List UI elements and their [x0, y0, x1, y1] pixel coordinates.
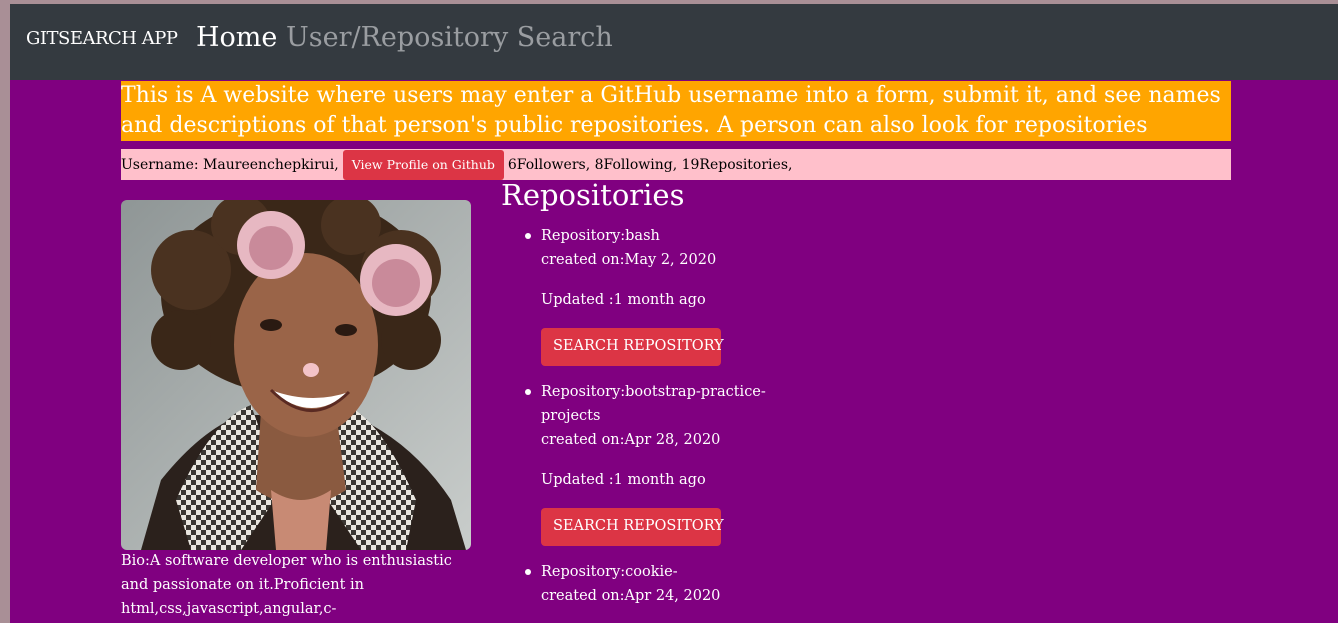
username-label: Username: Maureenchepkirui, — [121, 156, 339, 173]
repo-created: created on:Apr 28, 2020 — [541, 432, 721, 448]
nav-home-link[interactable]: Home — [196, 22, 277, 53]
avatar — [121, 200, 471, 550]
navbar: GITSEARCH APP Home User/Repository Searc… — [10, 4, 1338, 80]
repo-created: created on:May 2, 2020 — [541, 252, 717, 268]
list-item: Repository:cookie- created on:Apr 24, 20… — [501, 560, 781, 608]
list-item: Repository:bash created on:May 2, 2020 U… — [501, 224, 781, 380]
user-info-bar: Username: Maureenchepkirui, View Profile… — [121, 149, 1231, 180]
bullet-icon — [525, 233, 531, 239]
page: GITSEARCH APP Home User/Repository Searc… — [10, 4, 1338, 623]
view-profile-button[interactable]: View Profile on Github — [342, 149, 504, 180]
user-stats: 6Followers, 8Following, 19Repositories, — [507, 156, 793, 173]
repositories-heading: Repositories — [501, 178, 685, 212]
repo-name: Repository:bash — [541, 228, 660, 244]
search-repository-button[interactable]: SEARCH REPOSITORY — [541, 508, 724, 546]
repo-name: Repository:bootstrap-practice-projects — [541, 384, 766, 424]
bullet-icon — [525, 389, 531, 395]
list-item: Repository:bootstrap-practice-projects c… — [501, 380, 781, 560]
bullet-icon — [525, 569, 531, 575]
nav-search-link[interactable]: User/Repository Search — [286, 22, 613, 53]
brand-logo[interactable]: GITSEARCH APP — [26, 28, 178, 49]
avatar-image — [121, 200, 471, 550]
repo-updated: Updated :1 month ago — [541, 292, 706, 308]
repo-name: Repository:cookie- — [541, 564, 678, 580]
repository-list: Repository:bash created on:May 2, 2020 U… — [501, 224, 781, 608]
repo-created: created on:Apr 24, 2020 — [541, 588, 721, 604]
search-repository-button[interactable]: SEARCH REPOSITORY — [541, 328, 724, 366]
repo-updated: Updated :1 month ago — [541, 472, 706, 488]
user-bio: Bio:A software developer who is enthusia… — [121, 553, 452, 617]
intro-banner: This is A website where users may enter … — [121, 81, 1231, 141]
